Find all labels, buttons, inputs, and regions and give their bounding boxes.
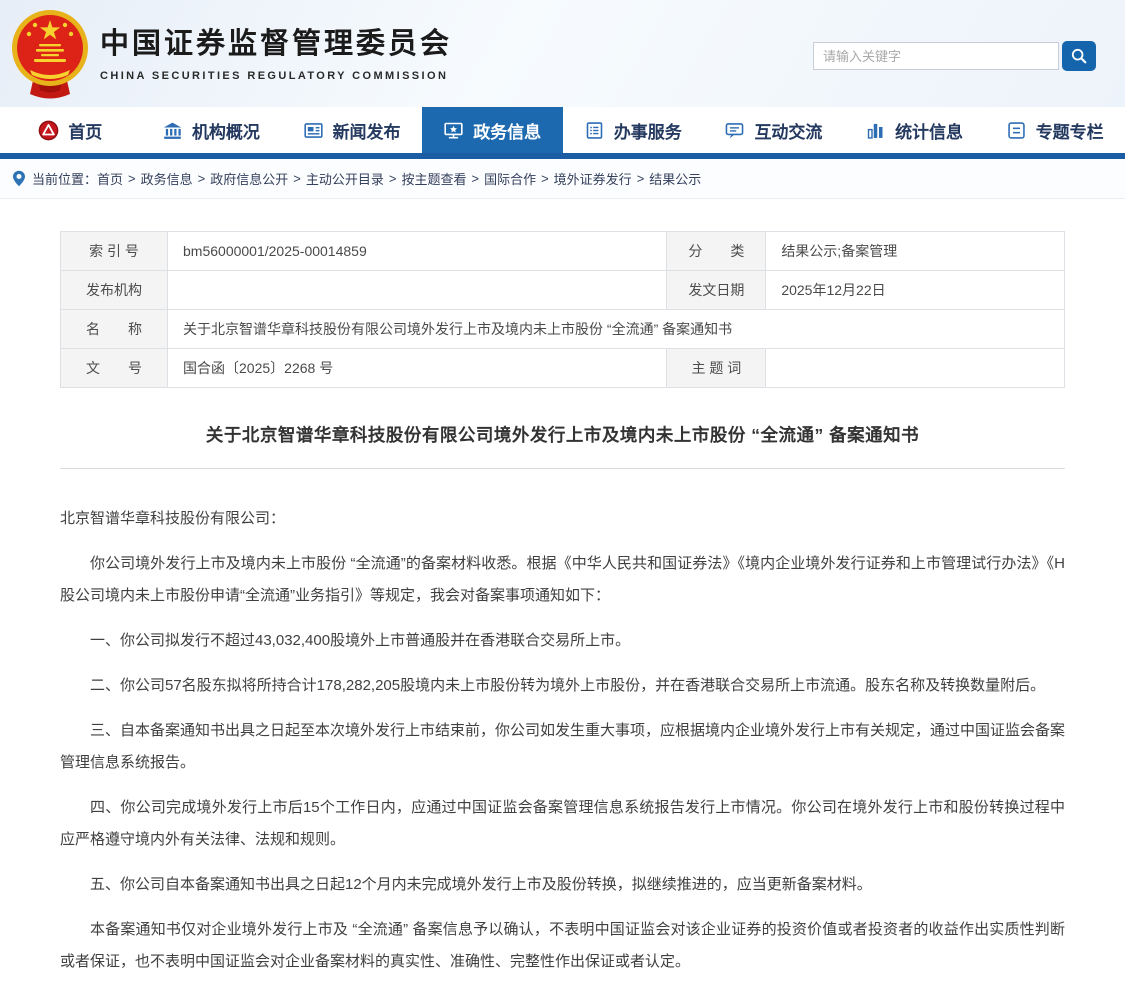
paragraph-item-2: 二、你公司57名股东拟将所持合计178,282,205股境内未上市股份转为境外上… (60, 670, 1065, 702)
breadcrumb-link-results[interactable]: 结果公示 (649, 169, 701, 188)
newspaper-icon (303, 120, 324, 141)
meta-value-name: 关于北京智谱华章科技股份有限公司境外发行上市及境内未上市股份 “全流通” 备案通… (168, 310, 1065, 349)
nav-item-interaction[interactable]: 互动交流 (703, 107, 844, 153)
meta-label-index-no: 索 引 号 (61, 232, 168, 271)
nav-item-label: 首页 (68, 118, 102, 143)
csrc-logo-icon (38, 120, 59, 141)
national-emblem-logo (10, 8, 90, 100)
breadcrumb: 当前位置： 首页 > 政务信息 > 政府信息公开 > 主动公开目录 > 按主题查… (0, 159, 1125, 199)
breadcrumb-link-home[interactable]: 首页 (97, 169, 123, 188)
meta-value-index-no: bm56000001/2025-00014859 (168, 232, 667, 271)
paragraph-intro: 你公司境外发行上市及境内未上市股份 “全流通”的备案材料收悉。根据《中华人民共和… (60, 548, 1065, 612)
nav-item-label: 统计信息 (895, 118, 963, 143)
nav-item-statistics[interactable]: 统计信息 (844, 107, 985, 153)
nav-item-about[interactable]: 机构概况 (141, 107, 282, 153)
journal-icon (1006, 120, 1027, 141)
paragraph-item-1: 一、你公司拟发行不超过43,032,400股境外上市普通股并在香港联合交易所上市… (60, 625, 1065, 657)
meta-label-name: 名 称 (61, 310, 168, 349)
search-input[interactable] (813, 42, 1059, 70)
title-divider (60, 468, 1065, 469)
nav-item-label: 专题专栏 (1036, 118, 1104, 143)
nav-item-gov-info[interactable]: 政务信息 (422, 107, 563, 153)
paragraph-disclaimer: 本备案通知书仅对企业境外发行上市及 “全流通” 备案信息予以确认，不表明中国证监… (60, 914, 1065, 978)
location-pin-icon (12, 170, 26, 187)
meta-value-keywords (766, 349, 1065, 388)
breadcrumb-link-disclosure[interactable]: 政府信息公开 (210, 169, 288, 188)
monitor-star-icon (443, 120, 464, 141)
bank-icon (162, 120, 183, 141)
document-body: 北京智谱华章科技股份有限公司： 你公司境外发行上市及境内未上市股份 “全流通”的… (60, 503, 1065, 978)
meta-label-category: 分 类 (667, 232, 766, 271)
meta-label-issue-date: 发文日期 (667, 271, 766, 310)
nav-item-services[interactable]: 办事服务 (563, 107, 704, 153)
breadcrumb-link-intl-coop[interactable]: 国际合作 (484, 169, 536, 188)
salutation: 北京智谱华章科技股份有限公司： (60, 503, 1065, 535)
document-list-icon (584, 120, 605, 141)
nav-item-label: 新闻发布 (333, 118, 401, 143)
nav-item-news[interactable]: 新闻发布 (281, 107, 422, 153)
nav-item-home[interactable]: 首页 (0, 107, 141, 153)
paragraph-item-3: 三、自本备案通知书出具之日起至本次境外发行上市结束前，你公司如发生重大事项，应根… (60, 715, 1065, 779)
breadcrumb-link-catalog[interactable]: 主动公开目录 (306, 169, 384, 188)
meta-value-category: 结果公示;备案管理 (766, 232, 1065, 271)
breadcrumb-link-by-topic[interactable]: 按主题查看 (401, 169, 466, 188)
search-button[interactable] (1062, 41, 1096, 71)
org-name-en: CHINA SECURITIES REGULATORY COMMISSION (100, 70, 452, 82)
meta-label-issuing-org: 发布机构 (61, 271, 168, 310)
breadcrumb-prefix: 当前位置： (32, 169, 97, 188)
site-brand: 中国证券监督管理委员会 CHINA SECURITIES REGULATORY … (100, 20, 452, 82)
nav-item-label: 机构概况 (192, 118, 260, 143)
nav-item-topics[interactable]: 专题专栏 (984, 107, 1125, 153)
search-box (813, 41, 1096, 71)
nav-item-label: 办事服务 (614, 118, 682, 143)
table-row: 发布机构 发文日期 2025年12月22日 (61, 271, 1065, 310)
main-nav: 首页 机构概况 新闻发布 (0, 107, 1125, 159)
nav-item-label: 政务信息 (473, 118, 541, 143)
breadcrumb-link-overseas-issue[interactable]: 境外证券发行 (554, 169, 632, 188)
bar-chart-icon (865, 120, 886, 141)
search-icon (1070, 47, 1088, 65)
meta-value-issuing-org (168, 271, 667, 310)
nav-item-label: 互动交流 (754, 118, 822, 143)
table-row: 名 称 关于北京智谱华章科技股份有限公司境外发行上市及境内未上市股份 “全流通”… (61, 310, 1065, 349)
meta-label-doc-no: 文 号 (61, 349, 168, 388)
org-name-cn: 中国证券监督管理委员会 (100, 20, 452, 62)
chat-bubble-icon (724, 120, 745, 141)
meta-value-doc-no: 国合函〔2025〕2268 号 (168, 349, 667, 388)
table-row: 文 号 国合函〔2025〕2268 号 主 题 词 (61, 349, 1065, 388)
site-header: 中国证券监督管理委员会 CHINA SECURITIES REGULATORY … (0, 0, 1125, 107)
paragraph-item-4: 四、你公司完成境外发行上市后15个工作日内，应通过中国证监会备案管理信息系统报告… (60, 792, 1065, 856)
document-meta-table: 索 引 号 bm56000001/2025-00014859 分 类 结果公示;… (60, 231, 1065, 388)
document-page: 索 引 号 bm56000001/2025-00014859 分 类 结果公示;… (0, 231, 1125, 978)
meta-value-issue-date: 2025年12月22日 (766, 271, 1065, 310)
table-row: 索 引 号 bm56000001/2025-00014859 分 类 结果公示;… (61, 232, 1065, 271)
page-title: 关于北京智谱华章科技股份有限公司境外发行上市及境内未上市股份 “全流通” 备案通… (60, 422, 1065, 447)
breadcrumb-link-gov-info[interactable]: 政务信息 (141, 169, 193, 188)
paragraph-item-5: 五、你公司自本备案通知书出具之日起12个月内未完成境外发行上市及股份转换，拟继续… (60, 869, 1065, 901)
meta-label-keywords: 主 题 词 (667, 349, 766, 388)
